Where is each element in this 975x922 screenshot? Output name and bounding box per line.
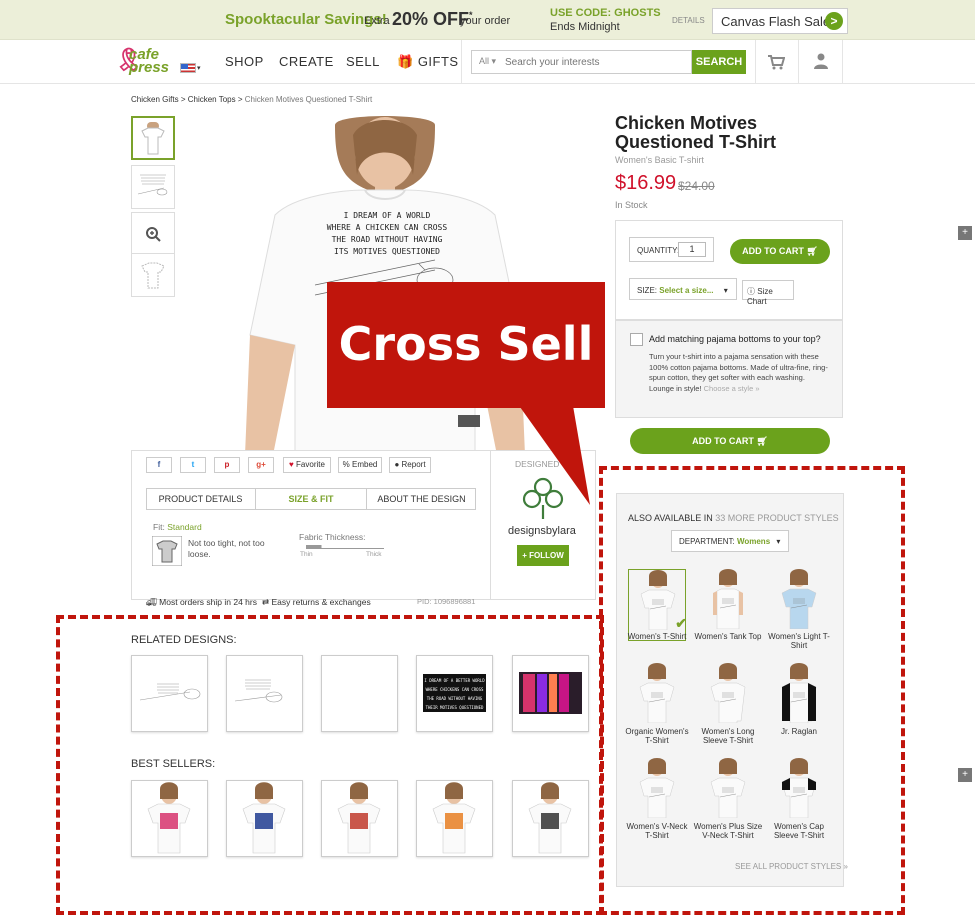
us-flag-icon[interactable]: [180, 63, 196, 73]
plus-icon[interactable]: +: [958, 226, 972, 240]
cafepress-logo[interactable]: 🎗 cafe press: [115, 47, 180, 77]
product-subtitle: Women's Basic T-shirt: [615, 155, 704, 165]
product-price: $16.99: [615, 172, 677, 194]
user-icon[interactable]: [814, 53, 828, 69]
cross-sell-callout: Cross Sell: [327, 282, 605, 408]
breadcrumb-current: Chicken Motives Questioned T-Shirt: [244, 95, 373, 104]
tab-size-fit[interactable]: SIZE & FIT: [256, 488, 366, 510]
fit-description: Not too tight, not too loose.: [188, 538, 265, 559]
facebook-button[interactable]: f: [146, 457, 172, 473]
nav-divider: [798, 40, 799, 84]
follow-button[interactable]: + FOLLOW: [517, 545, 569, 566]
product-old-price: $24.00: [678, 179, 715, 193]
thumbnail-front[interactable]: [131, 116, 175, 160]
stock-status: In Stock: [615, 200, 648, 210]
fabric-thickness-label: Fabric Thickness:: [299, 532, 366, 542]
shirt-line-3: THE ROAD WITHOUT HAVING: [332, 235, 443, 244]
cart-icon: 🛒︎: [806, 246, 818, 256]
plus-icon[interactable]: +: [958, 768, 972, 782]
shirt-line-4: ITS MOTIVES QUESTIONED: [334, 247, 440, 256]
quantity-input[interactable]: 1: [678, 242, 706, 257]
breadcrumb-chicken-tops[interactable]: Chicken Tops: [188, 95, 236, 104]
product-title: Chicken Motives Questioned T-Shirt: [615, 113, 777, 152]
thickness-meter: [306, 545, 384, 549]
pajama-title: Add matching pajama bottoms to your top?: [649, 334, 821, 344]
promo-bar: Spooktacular Savings! Extra 20% OFF* you…: [0, 0, 975, 40]
nav-divider: [461, 40, 462, 84]
promo-details-link[interactable]: DETAILS: [672, 16, 705, 25]
nav-sell[interactable]: SELL: [346, 54, 380, 69]
tab-about-design[interactable]: ABOUT THE DESIGN: [366, 488, 476, 510]
breadcrumb-sep: >: [180, 95, 186, 104]
cross-sell-highlight-right: [599, 466, 905, 915]
shipping-info: 🚚︎ Most orders ship in 24 hrs: [146, 597, 257, 607]
pajama-checkbox[interactable]: [630, 333, 643, 346]
report-button[interactable]: ● Report: [389, 457, 431, 473]
search-button[interactable]: SEARCH: [692, 50, 746, 74]
promo-extra: Extra: [364, 15, 390, 27]
designer-name[interactable]: designsbylara: [508, 525, 576, 537]
cart-icon: 🛒︎: [756, 436, 768, 446]
callout-text: Cross Sell: [338, 317, 594, 371]
nav-create[interactable]: CREATE: [279, 54, 334, 69]
breadcrumb: Chicken Gifts > Chicken Tops > Chicken M…: [131, 95, 372, 104]
thumbnail-back[interactable]: [131, 253, 175, 297]
favorite-button[interactable]: ♥ Favorite: [283, 457, 331, 473]
logo-text-bottom: press: [129, 59, 170, 76]
flash-sale-label: Canvas Flash Sale: [721, 14, 831, 29]
breadcrumb-sep: >: [237, 95, 243, 104]
tab-product-details[interactable]: PRODUCT DETAILS: [146, 488, 256, 510]
twitter-button[interactable]: t: [180, 457, 206, 473]
promo-code: USE CODE: GHOSTS: [550, 7, 661, 19]
gift-icon: 🎁: [397, 54, 414, 69]
quantity-label: QUANTITY:: [637, 246, 680, 255]
shirt-line-1: I DREAM OF A WORLD: [344, 211, 431, 220]
googleplus-button[interactable]: g+: [248, 457, 274, 473]
embed-button[interactable]: % Embed: [338, 457, 382, 473]
thin-label: Thin: [300, 551, 313, 558]
link-icon: %: [342, 460, 350, 469]
add-to-cart-button-2[interactable]: ADD TO CART 🛒︎: [630, 428, 830, 454]
tshirt-fit-icon: [152, 536, 182, 566]
promo-headline: Spooktacular Savings!: [225, 11, 387, 28]
heart-icon: ♥: [289, 460, 294, 469]
pinterest-button[interactable]: p: [214, 457, 240, 473]
truck-icon: 🚚︎: [146, 597, 157, 607]
product-id: PID: 1096896881: [417, 597, 476, 606]
info-icon: ⓘ: [747, 287, 755, 296]
nav-shop[interactable]: SHOP: [225, 54, 264, 69]
zoom-button[interactable]: [131, 212, 175, 256]
nav-divider: [755, 40, 756, 84]
nav-divider: [842, 40, 843, 84]
thick-label: Thick: [366, 551, 382, 558]
promo-ends: Ends Midnight: [550, 21, 620, 33]
arrow-right-icon: >: [825, 12, 843, 30]
size-select[interactable]: SIZE: Select a size... ▾: [629, 278, 737, 300]
fit-label: Fit: Standard: [153, 522, 202, 532]
exchange-icon: ⇄: [262, 597, 270, 607]
pajama-description: Turn your t-shirt into a pajama sensatio…: [649, 352, 828, 393]
buy-box: [615, 220, 843, 320]
size-chart-button[interactable]: ⓘ Size Chart: [742, 280, 794, 306]
search-scope-select[interactable]: All ▾: [479, 56, 496, 67]
shirt-line-2: WHERE A CHICKEN CAN CROSS: [327, 223, 448, 232]
alert-icon: ●: [394, 460, 400, 469]
cart-icon[interactable]: [767, 54, 785, 70]
choose-style-link[interactable]: Choose a style »: [704, 384, 760, 393]
search-input[interactable]: [505, 53, 690, 71]
chevron-down-icon[interactable]: ▾: [197, 64, 201, 72]
promo-your-order: your order: [460, 15, 511, 27]
add-to-cart-button[interactable]: ADD TO CART 🛒︎: [730, 239, 830, 264]
flash-sale-banner[interactable]: Canvas Flash Sale >: [712, 8, 848, 34]
breadcrumb-chicken-gifts[interactable]: Chicken Gifts: [131, 95, 179, 104]
returns-info: ⇄ Easy returns & exchanges: [262, 597, 371, 607]
thumbnail-design[interactable]: [131, 165, 175, 209]
search-bar: All ▾: [471, 50, 692, 74]
nav-gifts[interactable]: 🎁 GIFTS: [397, 54, 459, 70]
cross-sell-highlight-left: [56, 615, 604, 915]
